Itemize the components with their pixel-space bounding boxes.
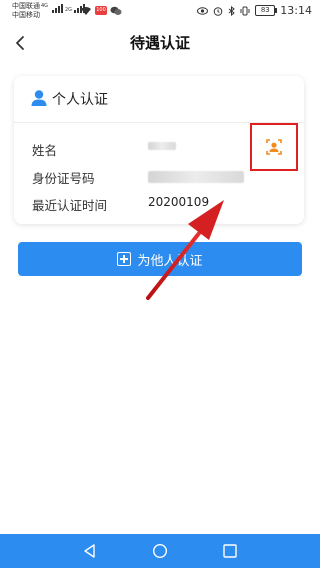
- system-nav-bar: [0, 534, 320, 568]
- header: 待遇认证: [0, 24, 320, 64]
- wechat-icon: [110, 6, 122, 15]
- wifi-icon: [81, 7, 91, 15]
- bluetooth-icon: [228, 5, 236, 16]
- nav-back-icon[interactable]: [82, 543, 98, 559]
- carrier-1: 中国联通: [12, 2, 40, 10]
- carrier-block: 中国联通 4G 中国移动: [12, 2, 48, 20]
- screen: 中国联通 4G 中国移动 2G 100 83 13:14 待遇认证 个人认证 姓…: [0, 0, 320, 568]
- alarm-icon: [213, 6, 223, 16]
- page-title: 待遇认证: [129, 34, 190, 52]
- name-value-redacted: [148, 142, 176, 150]
- id-number-label: 身份证号码: [32, 171, 95, 186]
- status-time: 13:14: [280, 4, 312, 17]
- id-number-value-redacted: [148, 171, 244, 183]
- person-icon: [31, 90, 47, 106]
- network-type-2: 2G: [65, 7, 73, 13]
- nav-recent-icon[interactable]: [222, 543, 238, 559]
- status-right: 83 13:14: [197, 4, 312, 17]
- face-recognition-button[interactable]: [250, 123, 298, 171]
- last-auth-time-label: 最近认证时间: [32, 198, 108, 213]
- name-label: 姓名: [32, 143, 58, 158]
- network-type-1: 4G: [41, 3, 49, 9]
- eye-icon: [197, 6, 209, 15]
- plus-icon: [117, 252, 132, 266]
- battery-icon: 83: [255, 5, 278, 16]
- notification-badge: 100: [95, 6, 107, 15]
- face-recognition-icon: [266, 139, 282, 155]
- card-title: 个人认证: [52, 92, 108, 108]
- status-bar: 中国联通 4G 中国移动 2G 100 83 13:14: [0, 0, 320, 24]
- nav-home-icon[interactable]: [152, 543, 168, 559]
- auth-for-others-label: 为他人认证: [137, 253, 203, 269]
- card-header: 个人认证: [14, 76, 304, 123]
- auth-for-others-button[interactable]: 为他人认证: [18, 242, 302, 276]
- vibrate-icon: [240, 6, 250, 15]
- carrier-2: 中国移动: [12, 11, 40, 19]
- last-auth-time-value: 20200109: [148, 195, 210, 209]
